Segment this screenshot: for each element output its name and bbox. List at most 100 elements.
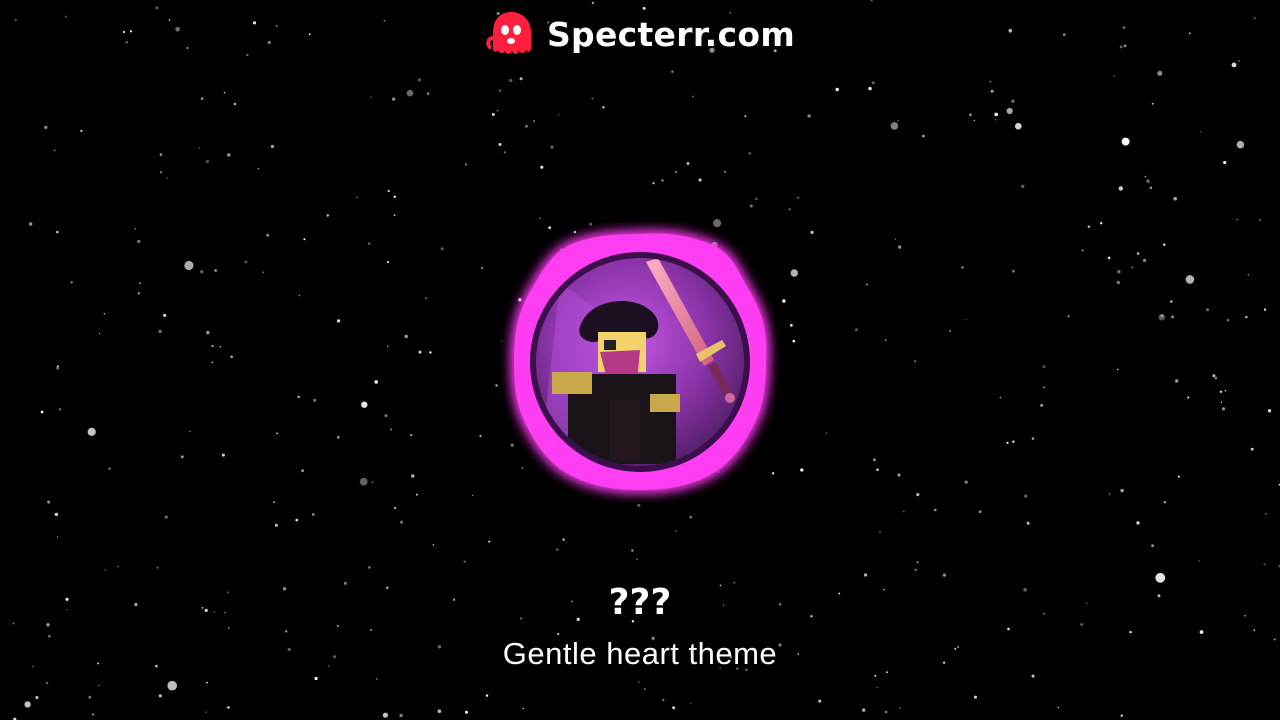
star <box>1206 308 1209 312</box>
star <box>485 694 489 697</box>
star <box>1117 368 1119 371</box>
star <box>1221 407 1226 411</box>
star <box>311 513 315 516</box>
star <box>1021 184 1025 188</box>
star <box>206 330 210 335</box>
star <box>198 147 201 149</box>
star <box>636 558 638 561</box>
star <box>1163 243 1166 246</box>
star <box>158 329 162 333</box>
star <box>46 623 50 627</box>
star <box>689 515 693 519</box>
star <box>525 125 528 128</box>
star <box>1131 266 1134 269</box>
star <box>206 681 208 684</box>
star <box>206 160 209 163</box>
star <box>1175 379 1179 383</box>
star <box>862 708 866 712</box>
star <box>800 468 804 472</box>
star <box>949 330 951 332</box>
star <box>1236 218 1238 221</box>
star <box>749 204 753 208</box>
star <box>211 361 213 364</box>
star <box>303 238 306 241</box>
star <box>359 477 368 486</box>
star <box>973 119 975 122</box>
star <box>393 214 396 217</box>
star <box>1121 137 1130 146</box>
star <box>244 260 248 264</box>
star <box>406 89 414 97</box>
star <box>164 515 168 519</box>
star <box>994 118 997 121</box>
star <box>337 436 340 439</box>
star <box>394 506 397 510</box>
audio-visualizer <box>514 233 767 490</box>
star <box>336 624 339 628</box>
star <box>58 408 62 411</box>
star <box>200 97 204 100</box>
star <box>1120 714 1124 717</box>
star <box>1226 318 1230 322</box>
star <box>1100 222 1103 225</box>
star <box>167 680 177 691</box>
star <box>156 566 159 569</box>
star <box>1040 404 1044 407</box>
star <box>1173 196 1177 201</box>
star <box>562 538 565 541</box>
star <box>974 695 977 699</box>
star <box>1267 409 1272 413</box>
video-frame: Specterr.com ??? Gentle heart theme <box>0 0 1280 720</box>
star <box>1116 280 1121 285</box>
star <box>432 544 435 546</box>
star <box>370 628 373 632</box>
star <box>866 283 868 286</box>
star <box>1007 627 1010 631</box>
star <box>885 339 887 342</box>
star <box>1198 559 1200 562</box>
star <box>748 152 751 155</box>
star <box>1236 140 1245 149</box>
star <box>533 120 535 122</box>
star <box>522 707 524 710</box>
star <box>223 91 226 94</box>
star <box>47 500 51 504</box>
star <box>965 318 967 320</box>
star <box>1185 275 1195 284</box>
star <box>91 713 95 716</box>
star <box>200 270 204 274</box>
star <box>897 120 899 122</box>
star <box>1170 300 1173 303</box>
star <box>400 520 403 524</box>
star <box>426 92 430 95</box>
star <box>969 113 972 117</box>
star <box>28 222 33 226</box>
star <box>285 630 288 633</box>
star <box>916 561 919 564</box>
star <box>1151 544 1154 548</box>
star <box>897 245 902 249</box>
star <box>902 510 905 513</box>
star <box>70 281 73 284</box>
star <box>276 432 278 435</box>
star <box>1107 256 1111 260</box>
star <box>1158 313 1166 321</box>
star <box>415 493 418 496</box>
star <box>790 323 793 327</box>
star <box>1142 258 1147 262</box>
star <box>480 266 484 270</box>
star <box>790 269 798 277</box>
star <box>1245 315 1248 319</box>
star <box>675 530 677 532</box>
star <box>227 706 230 709</box>
star <box>825 432 828 434</box>
star <box>807 114 811 118</box>
star <box>98 684 100 687</box>
star <box>166 177 168 179</box>
star <box>35 695 39 700</box>
star <box>1031 437 1035 440</box>
star <box>644 688 646 690</box>
star <box>479 434 482 438</box>
star <box>1223 160 1227 165</box>
star <box>782 299 786 303</box>
